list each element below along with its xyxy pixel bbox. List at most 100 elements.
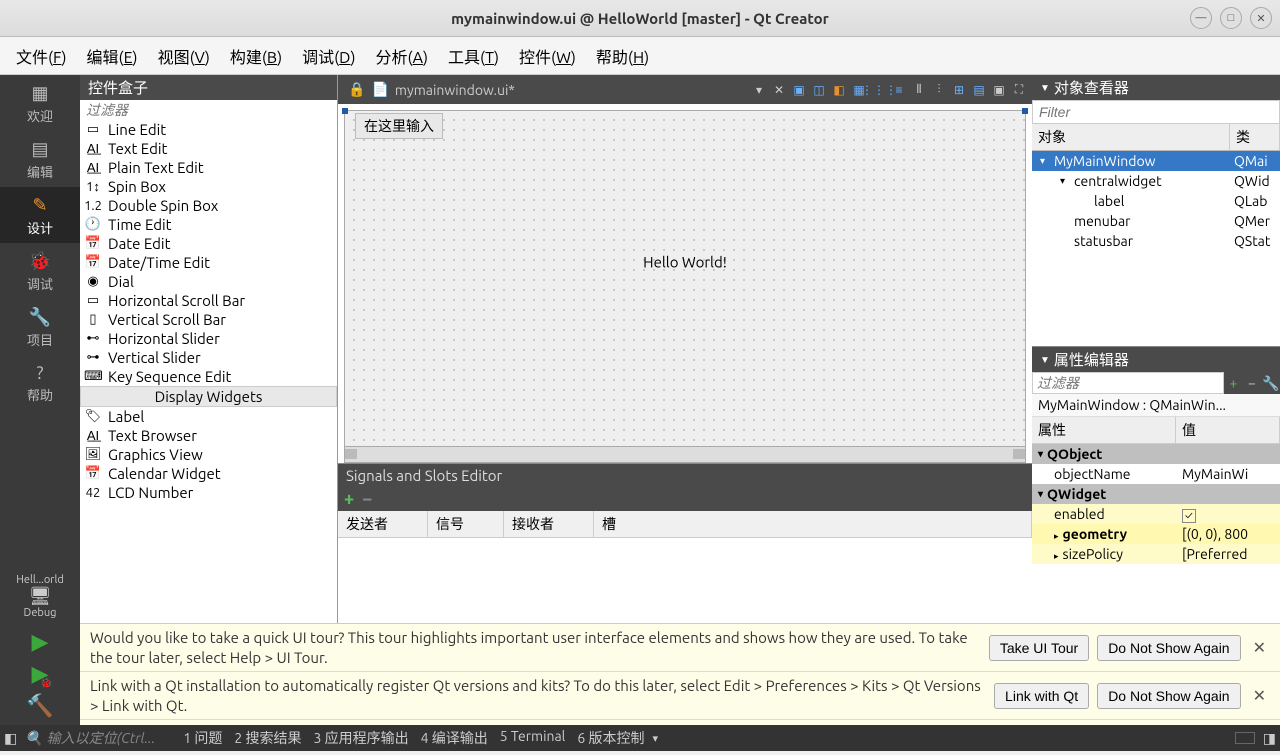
menu-item[interactable]: 控件(W) [509,38,586,74]
property-row[interactable]: ▸sizePolicy[Preferred [1032,544,1280,564]
mode-design[interactable]: ✎设计 [0,187,80,243]
property-filter-input[interactable] [1032,372,1224,394]
edit-buddies-icon[interactable]: ◧ [830,81,848,99]
selection-handle[interactable] [342,108,348,114]
collapse-icon[interactable]: ▼ [1040,82,1050,94]
notification-primary-button[interactable]: Take UI Tour [989,635,1089,661]
menu-item[interactable]: 编辑(E) [77,38,148,74]
layout-hsplit-icon[interactable]: ⫴ [910,81,928,99]
label-widget[interactable]: Hello World! [643,253,727,270]
add-property-button[interactable]: + [1224,372,1243,394]
widget-item[interactable]: 🏷Label [80,407,337,426]
layout-grid-icon[interactable]: ⊞ [950,81,968,99]
object-filter-input[interactable] [1032,100,1280,124]
build-button[interactable]: 🔨 [24,691,55,721]
sidebar-right-toggle-icon[interactable]: ◨ [1263,730,1276,747]
remove-property-button[interactable]: − [1243,372,1262,394]
widget-item[interactable]: 📅Date Edit [80,234,337,253]
collapse-icon[interactable]: ▼ [1040,354,1050,366]
run-debug-button[interactable]: ▶🐞 [30,659,51,689]
widget-item[interactable]: 1.2Double Spin Box [80,196,337,215]
notification-close-button[interactable]: ✕ [1249,686,1270,705]
menu-item[interactable]: 视图(V) [148,38,220,74]
minimize-button[interactable]: — [1190,7,1212,29]
col-object[interactable]: 对象 [1032,124,1230,150]
dropdown-icon[interactable]: ▾ [750,81,768,99]
selection-handle[interactable] [1022,108,1028,114]
widget-item[interactable]: ⌨Key Sequence Edit [80,367,337,386]
output-tab[interactable]: 2 搜索结果 [234,728,301,748]
widget-item[interactable]: 📅Date/Time Edit [80,253,337,272]
maximize-button[interactable]: □ [1220,7,1242,29]
layout-v-icon[interactable]: ≡ [890,81,908,99]
object-tree-row[interactable]: labelQLab [1032,191,1280,211]
menu-item[interactable]: 分析(A) [366,38,439,74]
kit-selector[interactable]: Hell...orld 🖥 Debug [14,570,66,623]
add-signal-button[interactable]: + [344,489,354,509]
col-property[interactable]: 属性 [1032,417,1176,443]
col-receiver[interactable]: 接收者 [504,511,594,537]
mode-welcome[interactable]: ▦欢迎 [0,75,80,131]
widget-item[interactable]: 📅Calendar Widget [80,464,337,483]
locator[interactable]: 🔍 输入以定位(Ctrl... [25,728,155,748]
property-group-header[interactable]: ▾ QWidget [1032,484,1280,504]
widget-item[interactable]: A̲I̲Text Edit [80,139,337,158]
output-tab[interactable]: 5 Terminal [500,728,566,748]
output-tab[interactable]: 4 编译输出 [421,728,488,748]
output-tab[interactable]: 3 应用程序输出 [314,728,409,748]
canvas-hscrollbar[interactable] [344,447,1026,463]
menu-item[interactable]: 帮助(H) [586,38,659,74]
widget-filter-input[interactable] [80,100,337,120]
layout-h-icon[interactable]: ⋮⋮⋮ [870,81,888,99]
adjust-size-icon[interactable]: ⛶ [1010,81,1028,99]
edit-widgets-icon[interactable]: ▣ [790,81,808,99]
more-icon[interactable]: ▾ [652,732,658,745]
notification-close-button[interactable]: ✕ [1249,638,1270,657]
sidebar-toggle-icon[interactable]: ◧ [4,730,17,747]
widget-item[interactable]: 42LCD Number [80,483,337,502]
remove-signal-button[interactable]: − [362,489,372,509]
mode-debug[interactable]: 🐞调试 [0,243,80,299]
object-tree-row[interactable]: ▾MyMainWindowQMai [1032,151,1280,171]
layout-form-icon[interactable]: ▤ [970,81,988,99]
output-tab[interactable]: 6 版本控制 [577,728,644,748]
edit-signals-icon[interactable]: ◫ [810,81,828,99]
property-row[interactable]: ▸geometry[(0, 0), 800 [1032,524,1280,544]
menu-placeholder[interactable]: 在这里输入 [355,113,443,139]
widget-item[interactable]: A̲I̲Plain Text Edit [80,158,337,177]
mode-edit[interactable]: ▤编辑 [0,131,80,187]
output-tab[interactable]: 1 问题 [183,728,222,748]
object-tree[interactable]: ▾MyMainWindowQMai▾centralwidgetQWidlabel… [1032,151,1280,346]
close-button[interactable]: ✕ [1250,7,1272,29]
layout-vsplit-icon[interactable]: ⫶ [930,81,948,99]
object-tree-row[interactable]: ▾centralwidgetQWid [1032,171,1280,191]
col-sender[interactable]: 发送者 [338,511,428,537]
menu-item[interactable]: 调试(D) [292,38,365,74]
mode-help[interactable]: ?帮助 [0,355,80,410]
property-row[interactable]: enabled✓ [1032,504,1280,524]
run-button[interactable]: ▶ [30,627,51,657]
widget-item[interactable]: ▭Line Edit [80,120,337,139]
property-group-header[interactable]: ▾ QObject [1032,444,1280,464]
menu-item[interactable]: 文件(F) [6,38,77,74]
form-canvas[interactable]: 在这里输入 Hello World! [344,110,1026,447]
widget-item[interactable]: 1↕Spin Box [80,177,337,196]
widget-item[interactable]: 🖼Graphics View [80,445,337,464]
mode-projects[interactable]: 🔧项目 [0,299,80,355]
col-slot[interactable]: 槽 [594,511,1032,537]
close-tab-icon[interactable]: ✕ [770,81,788,99]
widget-group-header[interactable]: Display Widgets [80,386,337,407]
design-tab-file[interactable]: 🔒 📄 mymainwindow.ui* [338,78,525,101]
col-value[interactable]: 值 [1176,417,1280,443]
menu-item[interactable]: 工具(T) [438,38,509,74]
widget-item[interactable]: A̲I̲Text Browser [80,426,337,445]
widget-item[interactable]: 🕐Time Edit [80,215,337,234]
notification-primary-button[interactable]: Link with Qt [994,683,1089,709]
col-class[interactable]: 类 [1230,124,1280,150]
property-row[interactable]: objectNameMyMainWi [1032,464,1280,484]
object-tree-row[interactable]: menubarQMer [1032,211,1280,231]
notification-secondary-button[interactable]: Do Not Show Again [1097,683,1240,709]
config-property-button[interactable]: 🔧 [1261,372,1280,394]
widget-item[interactable]: ◉Dial [80,272,337,291]
widget-item[interactable]: ⊶Vertical Slider [80,348,337,367]
